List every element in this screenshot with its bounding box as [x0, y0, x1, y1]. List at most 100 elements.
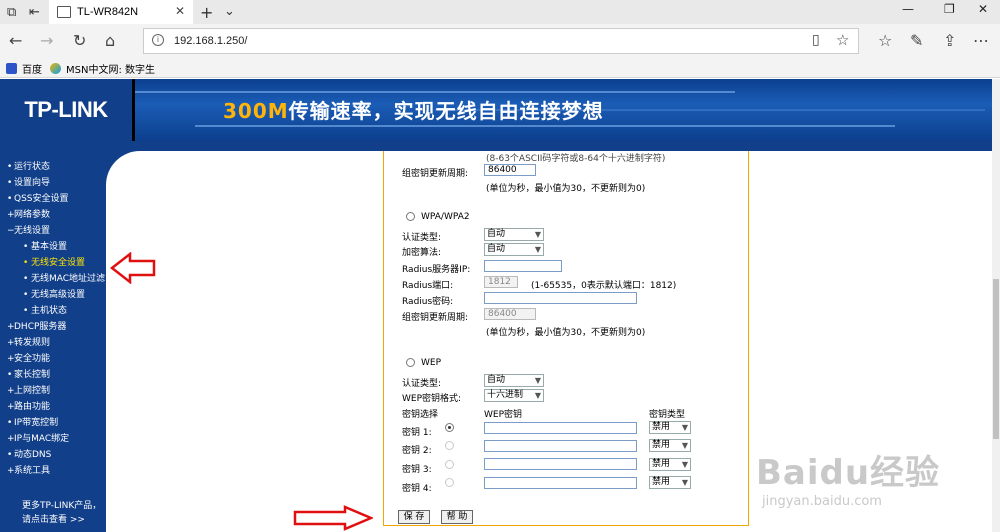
- tab-actions-icon[interactable]: ⧉: [7, 5, 16, 20]
- select-value: 禁用: [652, 459, 671, 469]
- web-note-icon[interactable]: ✎: [910, 31, 923, 50]
- home-icon[interactable]: ⌂: [105, 31, 115, 50]
- sidebar-item[interactable]: + 网络参数: [0, 207, 106, 223]
- sidebar-item[interactable]: • 设置向导: [0, 175, 106, 191]
- banner-slogan: 300M传输速率，实现无线自由连接梦想: [223, 95, 604, 124]
- sidebar-item[interactable]: + 路由功能: [0, 399, 106, 415]
- more-icon[interactable]: ⋯: [973, 31, 989, 50]
- sidebar-item-label: 无线安全设置: [31, 258, 86, 268]
- favorite-star-icon[interactable]: ☆: [836, 31, 849, 49]
- sidebar-item[interactable]: • 动态DNS: [0, 447, 106, 463]
- key-4-type-select[interactable]: 禁用 ▼: [649, 476, 691, 489]
- sidebar: • 运行状态 • 设置向导 • QSS安全设置 + 网络参数 − 无线设置 • 基本设置 • 无线安全设置…: [0, 151, 106, 532]
- psk-group-key-input[interactable]: 86400: [484, 164, 536, 176]
- key-2-type-select[interactable]: 禁用 ▼: [649, 439, 691, 452]
- more-line-2[interactable]: 请点击查看 >>: [22, 513, 101, 527]
- sidebar-item[interactable]: + 上网控制: [0, 383, 106, 399]
- page-scrollbar[interactable]: [992, 79, 1000, 532]
- wpa-auth-select[interactable]: 自动 ▼: [484, 228, 544, 241]
- key-2-radio[interactable]: [445, 441, 454, 450]
- scrollbar-thumb[interactable]: [993, 279, 999, 439]
- favorites-hub-icon[interactable]: ☆: [878, 31, 892, 50]
- chevron-down-icon: ▼: [681, 478, 688, 487]
- radius-password-input[interactable]: [484, 292, 637, 304]
- forward-icon[interactable]: →: [40, 31, 53, 50]
- key-3-type-select[interactable]: 禁用 ▼: [649, 458, 691, 471]
- minimize-icon[interactable]: —: [902, 2, 914, 16]
- slogan-rest: 传输速率，实现无线自由连接梦想: [288, 99, 604, 123]
- sidebar-item[interactable]: • QSS安全设置: [0, 191, 106, 207]
- menu-marker-icon: •: [7, 162, 13, 172]
- menu-marker-icon: •: [23, 258, 29, 268]
- sidebar-item[interactable]: + 系统工具: [0, 463, 106, 479]
- sidebar-item-label: 主机状态: [31, 306, 68, 316]
- sidebar-item[interactable]: • 运行状态: [0, 159, 106, 175]
- new-tab-icon[interactable]: +: [200, 3, 213, 22]
- radius-port-input[interactable]: 1812: [484, 276, 518, 288]
- red-arrow-right-annotation: [293, 505, 373, 531]
- restore-icon[interactable]: ❐: [944, 2, 955, 16]
- close-tab-icon[interactable]: ✕: [175, 4, 185, 18]
- wpa-group-key-input[interactable]: 86400: [484, 308, 536, 320]
- wpa-enc-select[interactable]: 自动 ▼: [484, 243, 544, 256]
- favorite-msn[interactable]: MSN中文网: 数字生: [50, 61, 155, 76]
- sidebar-item[interactable]: • 主机状态: [0, 303, 106, 319]
- menu-marker-icon: +: [7, 322, 15, 332]
- sidebar-item[interactable]: + 转发规则: [0, 335, 106, 351]
- key-1-type-select[interactable]: 禁用 ▼: [649, 421, 691, 434]
- menu-marker-icon: +: [7, 338, 15, 348]
- key-3-radio[interactable]: [445, 460, 454, 469]
- key-4-input[interactable]: [484, 477, 637, 489]
- wep-auth-select[interactable]: 自动 ▼: [484, 374, 544, 387]
- sidebar-item[interactable]: • IP带宽控制: [0, 415, 106, 431]
- favorite-baidu[interactable]: 百度: [6, 61, 42, 76]
- tplink-logo: TP-LINK: [0, 79, 132, 141]
- menu-marker-icon: •: [7, 450, 13, 460]
- sidebar-item[interactable]: • 基本设置: [0, 239, 106, 255]
- wpa-auth-label: 认证类型:: [402, 233, 442, 243]
- key-3-input[interactable]: [484, 458, 637, 470]
- radius-pwd-label: Radius密码:: [402, 297, 454, 307]
- sidebar-item[interactable]: • 无线MAC地址过滤: [0, 271, 106, 287]
- site-info-icon[interactable]: i: [152, 34, 164, 46]
- sidebar-item-label: 基本设置: [31, 242, 68, 252]
- chevron-down-icon: ▼: [681, 441, 688, 450]
- refresh-icon[interactable]: ↻: [73, 31, 86, 50]
- browser-tab[interactable]: TL-WR842N ✕: [49, 0, 193, 24]
- sidebar-item-label: 系统工具: [14, 466, 51, 476]
- more-products-link[interactable]: 更多TP-LINK产品， 请点击查看 >>: [22, 499, 101, 527]
- sidebar-item[interactable]: − 无线设置: [0, 223, 106, 239]
- sidebar-item[interactable]: + 安全功能: [0, 351, 106, 367]
- router-banner: TP-LINK 300M传输速率，实现无线自由连接梦想: [0, 79, 992, 141]
- wep-format-select[interactable]: 十六进制 ▼: [484, 389, 544, 402]
- key-2-input[interactable]: [484, 440, 637, 452]
- sidebar-item-label: 家长控制: [14, 370, 51, 380]
- psk-group-key-hint: (单位为秒，最小值为30，不更新则为0): [486, 184, 646, 194]
- sidebar-item[interactable]: • 无线高级设置: [0, 287, 106, 303]
- back-icon[interactable]: ←: [9, 31, 22, 50]
- wep-radio[interactable]: [406, 358, 415, 367]
- help-button[interactable]: 帮 助: [441, 510, 473, 524]
- tab-preview-chevron-icon[interactable]: ⌄: [224, 4, 235, 19]
- sidebar-item-label: 路由功能: [14, 402, 51, 412]
- sidebar-item[interactable]: • 家长控制: [0, 367, 106, 383]
- sidebar-item[interactable]: • 无线安全设置: [0, 255, 106, 271]
- url-text[interactable]: 192.168.1.250/: [174, 35, 247, 47]
- menu-marker-icon: •: [7, 194, 13, 204]
- banner-art: 300M传输速率，实现无线自由连接梦想: [135, 79, 992, 141]
- share-icon[interactable]: ⇪: [943, 31, 956, 50]
- reading-view-icon[interactable]: ▯: [812, 32, 820, 48]
- save-button[interactable]: 保 存: [398, 510, 430, 524]
- wpa-radio[interactable]: [406, 212, 415, 221]
- address-bar[interactable]: i 192.168.1.250/ ▯ ☆: [143, 28, 859, 54]
- radius-ip-input[interactable]: [484, 260, 562, 272]
- sidebar-item[interactable]: + DHCP服务器: [0, 319, 106, 335]
- more-line-1[interactable]: 更多TP-LINK产品，: [22, 499, 101, 513]
- key-1-input[interactable]: [484, 422, 637, 434]
- set-tabs-aside-icon[interactable]: ⇤: [29, 5, 40, 20]
- chevron-down-icon: ▼: [534, 230, 541, 239]
- key-4-radio[interactable]: [445, 478, 454, 487]
- key-1-radio[interactable]: [445, 423, 454, 432]
- close-window-icon[interactable]: ✕: [978, 2, 988, 16]
- sidebar-item[interactable]: + IP与MAC绑定: [0, 431, 106, 447]
